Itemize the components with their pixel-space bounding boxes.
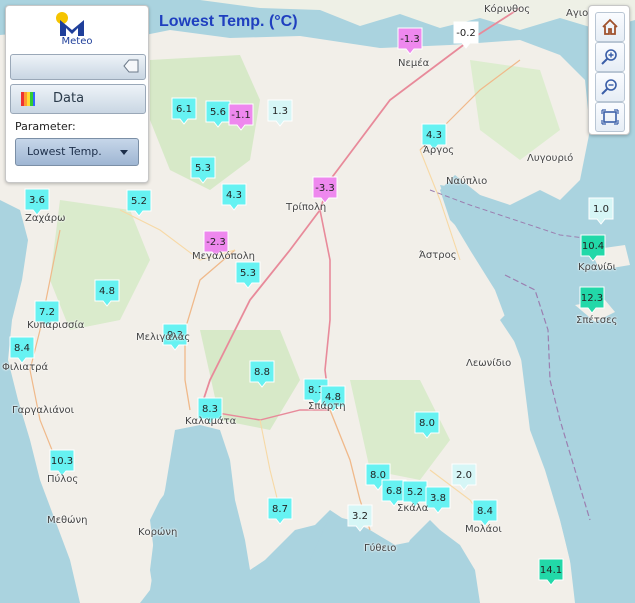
station-value: 7.2	[39, 307, 55, 318]
data-button[interactable]: Data	[10, 84, 146, 114]
chevron-down-icon	[120, 150, 128, 155]
station-value: 4.3	[426, 130, 442, 141]
station-value: -1.1	[231, 110, 251, 121]
place-label: Μελιγαλάς	[136, 332, 191, 343]
place-label: Άργος	[423, 145, 455, 156]
station-value: 8.4	[477, 506, 493, 517]
station-value: 3.8	[430, 493, 446, 504]
station-value: -3.3	[315, 183, 335, 194]
station-value: 12.3	[581, 293, 603, 304]
rainbow-icon	[21, 92, 35, 106]
station-value: -2.3	[206, 237, 226, 248]
control-panel: Meteo Data Parameter: Lowest Temp.	[5, 5, 149, 183]
place-label: Ζαχάρω	[25, 213, 66, 224]
station-value: 5.2	[131, 196, 147, 207]
place-label: Κρανίδι	[578, 262, 616, 273]
station-value: 6.8	[386, 486, 402, 497]
zoom-in-icon	[601, 49, 617, 65]
station-value: 5.2	[407, 487, 423, 498]
station-value: 8.0	[370, 470, 386, 481]
station-value: 8.7	[272, 504, 288, 515]
home-button[interactable]	[595, 12, 625, 42]
parameter-select[interactable]: Lowest Temp.	[15, 138, 139, 166]
place-label: Κορώνη	[138, 527, 178, 538]
place-label: Σπάρτη	[308, 401, 346, 412]
station-value: 4.3	[226, 190, 242, 201]
parameter-label: Parameter:	[15, 120, 76, 133]
place-label: Νεμέα	[398, 58, 430, 69]
map-title: Lowest Temp. (°C)	[159, 13, 298, 30]
time-slider[interactable]	[10, 54, 146, 80]
station-value: 14.1	[540, 565, 562, 576]
place-label: Λεωνίδιο	[466, 358, 512, 369]
place-label: Τρίπολη	[286, 202, 327, 213]
station-value: 1.3	[272, 106, 288, 117]
place-label: Άστρος	[419, 250, 457, 261]
station-value: 8.4	[14, 343, 30, 354]
place-label: Λυγουριό	[527, 153, 574, 164]
data-label: Data	[53, 91, 85, 106]
place-label: Μεγαλόπολη	[192, 251, 255, 262]
parameter-value: Lowest Temp.	[27, 145, 102, 158]
place-label: Γαργαλιάνοι	[12, 405, 75, 416]
place-label: Ναύπλιο	[446, 176, 488, 187]
place-label: Μολάοι	[465, 524, 502, 535]
station-value: 1.0	[593, 204, 609, 215]
place-label: Κόρινθος	[484, 4, 531, 15]
station-value: 3.2	[352, 511, 368, 522]
station-value: -0.2	[456, 28, 476, 39]
logo-text: Meteo	[61, 36, 93, 47]
home-icon	[602, 18, 618, 35]
place-label: Γύθειο	[364, 543, 397, 554]
station-value: 5.6	[210, 107, 226, 118]
place-label: Φιλιατρά	[2, 362, 49, 373]
place-label: Μεθώνη	[47, 515, 88, 526]
map-toolbar	[588, 5, 630, 135]
station-value: 8.3	[202, 404, 218, 415]
station-value: 5.3	[195, 163, 211, 174]
station-value: 2.0	[456, 470, 472, 481]
place-label: Καλαμάτα	[185, 416, 237, 427]
zoom-in-button[interactable]	[595, 42, 625, 72]
station-value: -1.3	[400, 34, 420, 45]
place-label: Κυπαρισσία	[27, 320, 85, 331]
slider-handle-icon[interactable]	[123, 59, 139, 73]
zoom-out-button[interactable]	[595, 72, 625, 102]
zoom-out-icon	[601, 79, 617, 95]
station-value: 5.3	[240, 268, 256, 279]
fullscreen-icon	[601, 109, 619, 125]
fullscreen-button[interactable]	[595, 102, 625, 132]
station-value: 10.3	[51, 456, 73, 467]
place-label: Σπέτσες	[576, 315, 618, 326]
station-value: 4.8	[99, 286, 115, 297]
station-value: 8.0	[419, 418, 435, 429]
station-value: 3.6	[29, 195, 45, 206]
station-value: 10.4	[582, 241, 604, 252]
station-value: 6.1	[176, 104, 192, 115]
place-label: Πύλος	[47, 474, 79, 485]
place-label: Σκάλα	[397, 503, 429, 514]
station-value: 8.8	[254, 367, 270, 378]
